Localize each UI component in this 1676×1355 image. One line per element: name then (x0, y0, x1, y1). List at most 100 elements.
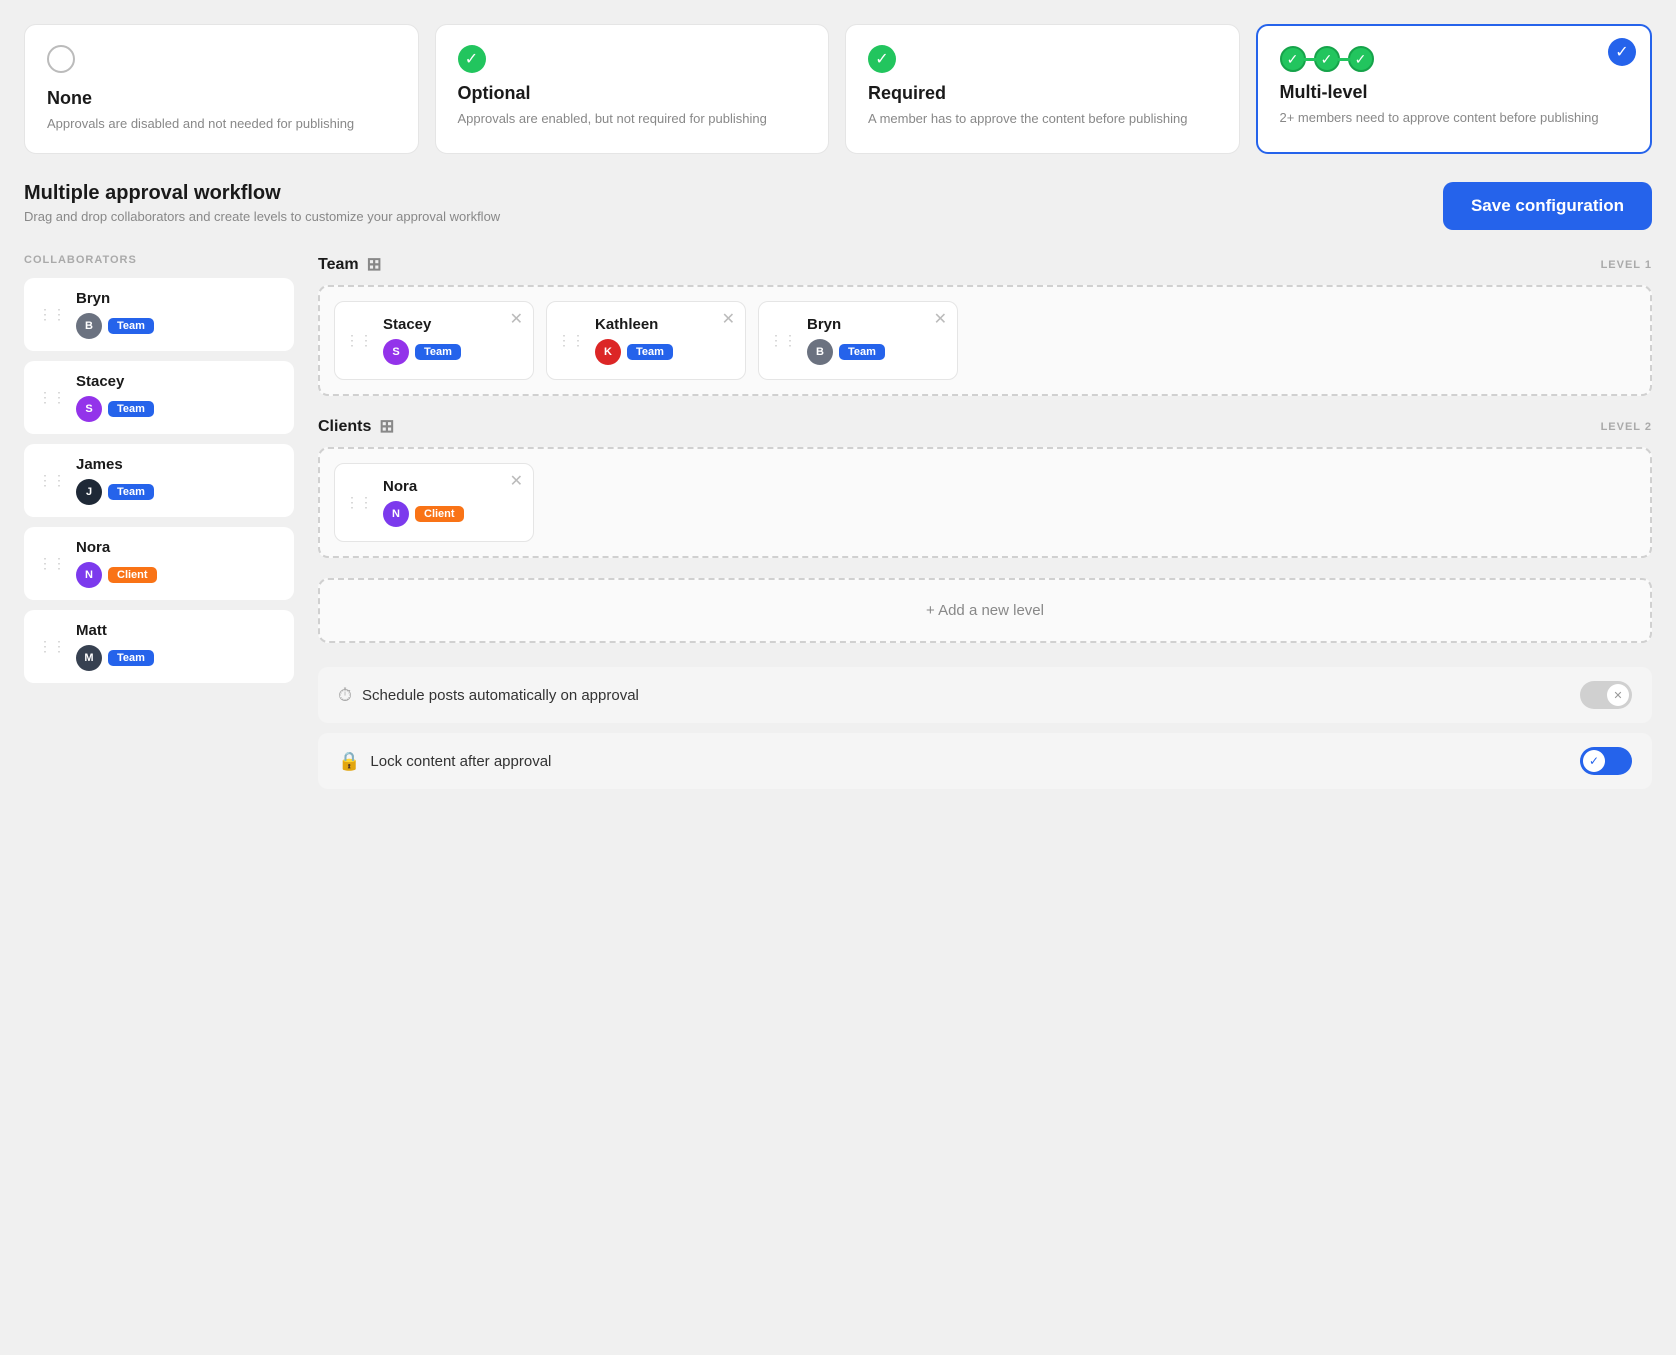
copy-level-button[interactable]: ⊞ (379, 416, 394, 437)
level-name: Clients ⊞ (318, 416, 394, 437)
drag-handle[interactable]: ⋮⋮ (38, 389, 66, 406)
member-card: ⋮⋮ Stacey S Team ✕ (334, 301, 534, 380)
avatar: B (76, 313, 102, 339)
levels-panel: Team ⊞ LEVEL 1 ⋮⋮ Stacey S Team ✕ ⋮⋮ Kat… (318, 254, 1652, 799)
drag-handle[interactable]: ⋮⋮ (345, 494, 373, 511)
approval-card-multilevel[interactable]: ✓ ✓ ✓ ✓ Multi-level 2+ members need to a… (1256, 24, 1653, 154)
remove-member-button[interactable]: ✕ (934, 312, 947, 328)
level-content[interactable]: ⋮⋮ Stacey S Team ✕ ⋮⋮ Kathleen K Team ✕ (318, 285, 1652, 396)
avatar: S (383, 339, 409, 365)
toggle-row-lock: 🔒 Lock content after approval ✓ (318, 733, 1652, 789)
toggle-switch-lock[interactable]: ✓ (1580, 747, 1632, 775)
avatar: S (76, 396, 102, 422)
toggle-icon-schedule: ⏱ (338, 685, 352, 706)
collab-name: Stacey (76, 373, 154, 390)
approval-card-required[interactable]: ✓ Required A member has to approve the c… (845, 24, 1240, 154)
member-info: Kathleen K Team (595, 316, 673, 365)
collab-info: Bryn B Team (76, 290, 154, 339)
toggle-label-schedule: Schedule posts automatically on approval (362, 687, 639, 704)
remove-member-button[interactable]: ✕ (510, 474, 523, 490)
member-info: Stacey S Team (383, 316, 461, 365)
avatar: J (76, 479, 102, 505)
toggle-knob-schedule: ✕ (1607, 684, 1629, 706)
approval-card-optional[interactable]: ✓ Optional Approvals are enabled, but no… (435, 24, 830, 154)
save-configuration-button[interactable]: Save configuration (1443, 182, 1652, 230)
badge-team: Team (839, 344, 885, 360)
collab-info: Nora N Client (76, 539, 157, 588)
drag-handle[interactable]: ⋮⋮ (38, 555, 66, 572)
member-info: Bryn B Team (807, 316, 885, 365)
add-level-button[interactable]: + Add a new level (318, 578, 1652, 643)
level-badge: LEVEL 1 (1601, 259, 1652, 271)
member-card: ⋮⋮ Kathleen K Team ✕ (546, 301, 746, 380)
collab-name: Bryn (76, 290, 154, 307)
member-card: ⋮⋮ Bryn B Team ✕ (758, 301, 958, 380)
none-title: None (47, 88, 396, 109)
collaborators-list: ⋮⋮ Bryn B Team ⋮⋮ Stacey S Team ⋮⋮ James… (24, 278, 294, 683)
member-name: Kathleen (595, 316, 673, 333)
toggles-container: ⏱ Schedule posts automatically on approv… (318, 667, 1652, 789)
level-name: Team ⊞ (318, 254, 382, 275)
collaborator-card[interactable]: ⋮⋮ Nora N Client (24, 527, 294, 600)
none-desc: Approvals are disabled and not needed fo… (47, 115, 396, 133)
level-header: Clients ⊞ LEVEL 2 (318, 416, 1652, 437)
level-name-text: Clients (318, 418, 371, 436)
optional-icon: ✓ (458, 45, 807, 73)
multilevel-desc: 2+ members need to approve content befor… (1280, 109, 1629, 127)
badge-team: Team (108, 484, 154, 500)
collab-meta: N Client (76, 562, 157, 588)
avatar: K (595, 339, 621, 365)
toggle-label-lock: Lock content after approval (370, 753, 551, 770)
member-name: Stacey (383, 316, 461, 333)
copy-level-button[interactable]: ⊞ (367, 254, 382, 275)
member-name: Bryn (807, 316, 885, 333)
collab-meta: M Team (76, 645, 154, 671)
collaborator-card[interactable]: ⋮⋮ Bryn B Team (24, 278, 294, 351)
drag-handle[interactable]: ⋮⋮ (345, 332, 373, 349)
multilevel-title: Multi-level (1280, 82, 1629, 103)
collaborator-card[interactable]: ⋮⋮ Stacey S Team (24, 361, 294, 434)
approval-card-none[interactable]: None Approvals are disabled and not need… (24, 24, 419, 154)
badge-team: Team (627, 344, 673, 360)
member-name: Nora (383, 478, 464, 495)
member-info: Nora N Client (383, 478, 464, 527)
drag-handle[interactable]: ⋮⋮ (38, 306, 66, 323)
collaborators-label: COLLABORATORS (24, 254, 294, 266)
collab-info: Stacey S Team (76, 373, 154, 422)
toggle-left: 🔒 Lock content after approval (338, 751, 551, 772)
level-content[interactable]: ⋮⋮ Nora N Client ✕ (318, 447, 1652, 558)
drag-handle[interactable]: ⋮⋮ (557, 332, 585, 349)
required-icon: ✓ (868, 45, 1217, 73)
toggle-x: ✕ (1613, 689, 1622, 702)
collab-name: Nora (76, 539, 157, 556)
toggle-left: ⏱ Schedule posts automatically on approv… (338, 685, 639, 706)
badge-team: Team (415, 344, 461, 360)
required-title: Required (868, 83, 1217, 104)
member-meta: S Team (383, 339, 461, 365)
drag-handle[interactable]: ⋮⋮ (38, 472, 66, 489)
selected-indicator: ✓ (1608, 38, 1636, 66)
main-layout: COLLABORATORS ⋮⋮ Bryn B Team ⋮⋮ Stacey S… (24, 254, 1652, 799)
toggle-row-schedule: ⏱ Schedule posts automatically on approv… (318, 667, 1652, 723)
collab-meta: B Team (76, 313, 154, 339)
remove-member-button[interactable]: ✕ (510, 312, 523, 328)
level-header: Team ⊞ LEVEL 1 (318, 254, 1652, 275)
avatar: M (76, 645, 102, 671)
none-icon (47, 45, 396, 78)
collaborator-card[interactable]: ⋮⋮ James J Team (24, 444, 294, 517)
badge-team: Team (108, 401, 154, 417)
remove-member-button[interactable]: ✕ (722, 312, 735, 328)
avatar: N (383, 501, 409, 527)
member-card: ⋮⋮ Nora N Client ✕ (334, 463, 534, 542)
collab-meta: J Team (76, 479, 154, 505)
toggle-switch-schedule[interactable]: ✕ (1580, 681, 1632, 709)
level-name-text: Team (318, 256, 359, 274)
collaborators-panel: COLLABORATORS ⋮⋮ Bryn B Team ⋮⋮ Stacey S… (24, 254, 294, 799)
badge-client: Client (415, 506, 464, 522)
drag-handle[interactable]: ⋮⋮ (38, 638, 66, 655)
drag-handle[interactable]: ⋮⋮ (769, 332, 797, 349)
collaborator-card[interactable]: ⋮⋮ Matt M Team (24, 610, 294, 683)
toggle-check: ✓ (1589, 754, 1599, 768)
member-meta: K Team (595, 339, 673, 365)
approval-type-cards: None Approvals are disabled and not need… (24, 24, 1652, 154)
